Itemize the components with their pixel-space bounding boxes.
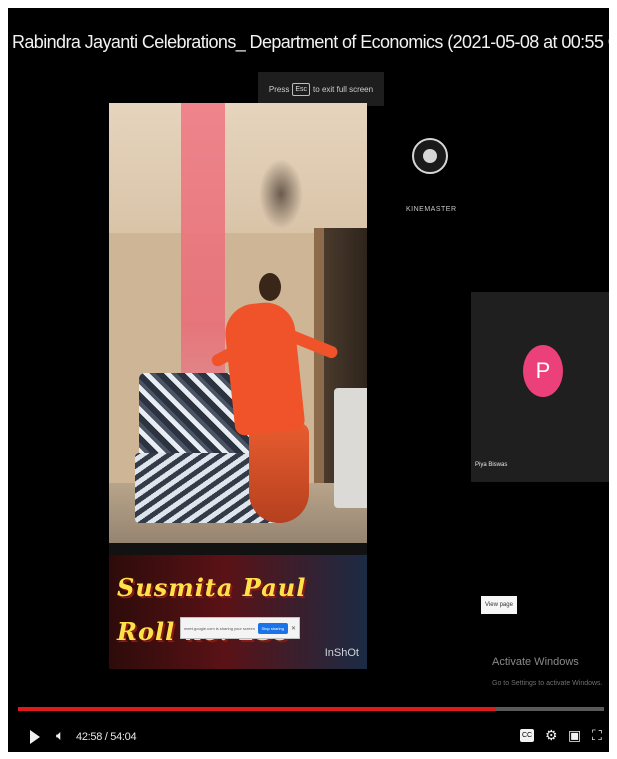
activate-windows-title: Activate Windows xyxy=(492,656,579,668)
settings-icon[interactable]: ⚙︎ xyxy=(545,727,558,744)
fullscreen-hint: Press Esc to exit full screen xyxy=(258,72,384,106)
kinemaster-text: KINEMASTER xyxy=(406,206,457,213)
hint-prefix: Press xyxy=(268,84,290,94)
player-frame: Rabindra Jayanti Celebrations_ Departmen… xyxy=(8,8,609,752)
dancer-skirt xyxy=(249,423,309,523)
participant-tile[interactable]: P Piya Biswas xyxy=(471,292,609,482)
esc-key: Esc xyxy=(292,82,311,96)
wall xyxy=(109,103,367,233)
miniplayer-icon[interactable]: ▣ xyxy=(568,727,581,744)
screen-share-dialog: meet.google.com is sharing your screen. … xyxy=(180,617,300,639)
chair xyxy=(334,388,367,508)
progress-fill xyxy=(18,707,497,711)
video-divider xyxy=(109,543,367,555)
time-display: 42:58 / 54:04 xyxy=(76,731,137,743)
hint-suffix: to exit full screen xyxy=(313,84,374,94)
dialog-text: meet.google.com is sharing your screen. xyxy=(184,625,255,631)
dancer-body xyxy=(222,299,306,437)
dancer-head xyxy=(259,273,281,301)
fullscreen-icon[interactable]: ⛶ xyxy=(592,727,602,744)
kinemaster-logo-center xyxy=(423,149,437,163)
blurred-object xyxy=(259,159,303,229)
activate-windows-subtitle: Go to Settings to activate Windows. xyxy=(492,680,603,687)
participant-name: Piya Biswas xyxy=(475,462,508,468)
view-page-button[interactable]: View page xyxy=(481,596,517,614)
caption-band: Susmita Paul Roll no: 239 InShOt xyxy=(109,555,367,669)
inshot-watermark: InShOt xyxy=(324,647,359,659)
close-icon[interactable]: ✕ xyxy=(291,625,296,632)
subtitles-icon[interactable]: CC xyxy=(520,729,534,742)
caption-name: Susmita Paul xyxy=(117,573,307,602)
play-icon[interactable] xyxy=(30,730,40,744)
progress-bar[interactable] xyxy=(18,707,604,711)
stop-sharing-button[interactable]: Stop sharing xyxy=(257,622,288,634)
main-video[interactable]: Susmita Paul Roll no: 239 InShOt xyxy=(109,103,367,669)
kinemaster-logo-icon xyxy=(412,138,448,174)
avatar: P xyxy=(523,345,563,397)
video-title: Rabindra Jayanti Celebrations_ Departmen… xyxy=(12,32,609,52)
volume-icon[interactable]: 🔈︎ xyxy=(56,727,64,744)
